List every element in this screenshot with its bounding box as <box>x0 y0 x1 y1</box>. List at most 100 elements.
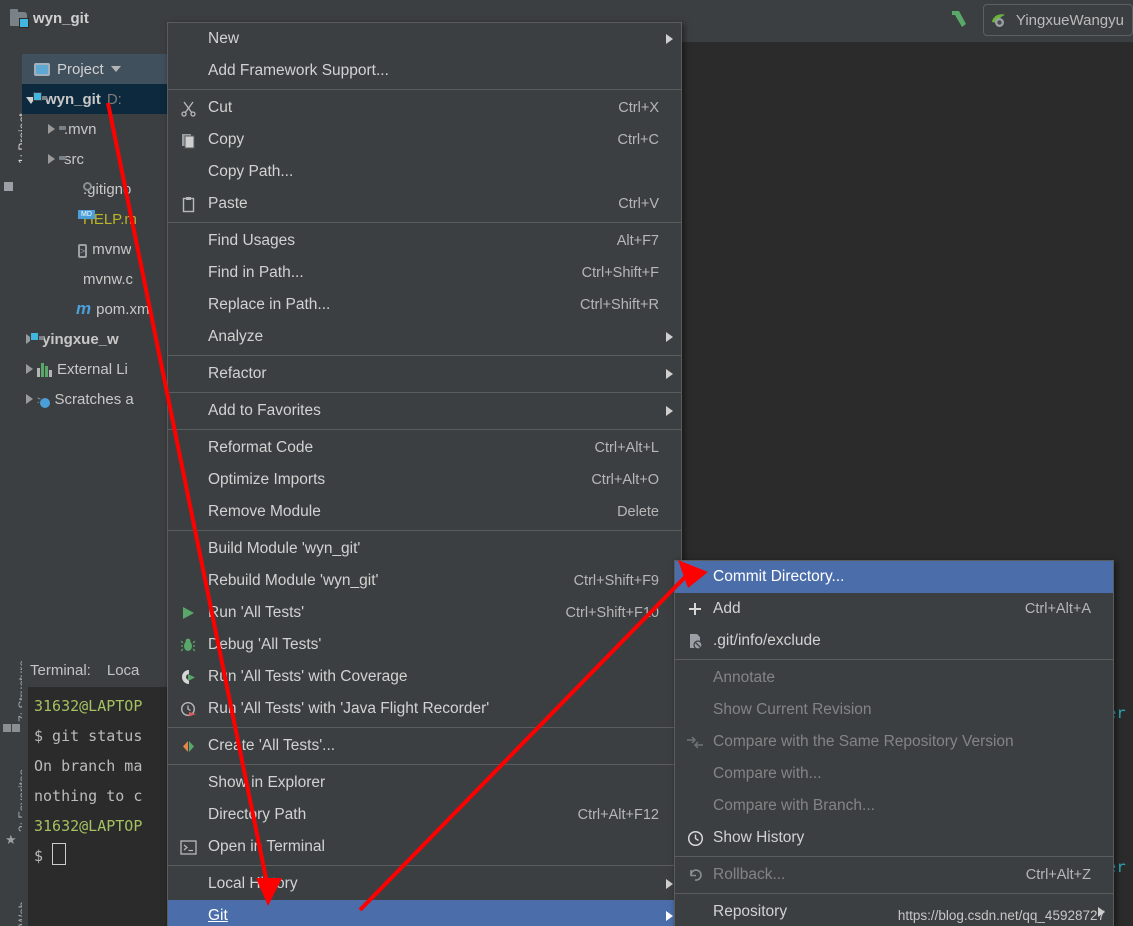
menu-item-label: Remove Module <box>208 503 321 520</box>
menu-item-run-with-flight-recorder[interactable]: Run 'All Tests' with 'Java Flight Record… <box>168 693 681 725</box>
menu-item-open-in-terminal[interactable]: Open in Terminal <box>168 831 681 863</box>
menu-item-label: Compare with Branch... <box>713 797 875 814</box>
run-configuration-selector[interactable]: YingxueWangyu <box>982 4 1133 36</box>
menu-item-rebuild-module[interactable]: Rebuild Module 'wyn_git' Ctrl+Shift+F9 <box>168 565 681 597</box>
submenu-item-rollback[interactable]: Rollback... Ctrl+Alt+Z <box>675 859 1113 891</box>
chevron-down-icon[interactable] <box>110 66 121 72</box>
terminal-tool-window: Terminal: Loca 31632@LAPTOP $ git status… <box>22 655 167 926</box>
tree-item-scratches[interactable]: >_ Scratches a <box>22 384 167 414</box>
menu-item-show-in-explorer[interactable]: Show in Explorer <box>168 767 681 799</box>
menu-item-paste[interactable]: Paste Ctrl+V <box>168 188 681 220</box>
menu-item-run-with-coverage[interactable]: Run 'All Tests' with Coverage <box>168 661 681 693</box>
menu-item-cut[interactable]: Cut Ctrl+X <box>168 92 681 124</box>
debug-bug-icon <box>178 635 198 655</box>
menu-item-label: Rollback... <box>713 866 786 883</box>
menu-item-optimize-imports[interactable]: Optimize Imports Ctrl+Alt+O <box>168 464 681 496</box>
tree-item-wyn-git[interactable]: wyn_git D: <box>22 84 167 114</box>
menu-item-create-all-tests[interactable]: Create 'All Tests'... <box>168 730 681 762</box>
menu-item-accel: Ctrl+Shift+F9 <box>573 573 659 589</box>
terminal-tab-local[interactable]: Loca <box>107 662 140 679</box>
menu-item-label: Copy Path... <box>208 163 294 180</box>
tree-item-mvn[interactable]: .mvn <box>22 114 167 144</box>
tree-item-mvnw[interactable]: > mvnw <box>22 234 167 264</box>
menu-item-local-history[interactable]: Local History <box>168 868 681 900</box>
tree-item-help-md[interactable]: MD HELP.m <box>22 204 167 234</box>
submenu-item-commit-directory[interactable]: Commit Directory... <box>675 561 1113 593</box>
twisty-closed-icon[interactable] <box>26 394 33 404</box>
menu-item-find-in-path[interactable]: Find in Path... Ctrl+Shift+F <box>168 257 681 289</box>
menu-item-find-usages[interactable]: Find Usages Alt+F7 <box>168 225 681 257</box>
terminal-line: On branch ma <box>34 757 143 775</box>
menu-item-label: Compare with... <box>713 765 822 782</box>
menu-item-label: Copy <box>208 131 245 148</box>
menu-item-accel: Ctrl+Shift+F10 <box>565 605 660 621</box>
submenu-item-compare-with-branch[interactable]: Compare with Branch... <box>675 790 1113 822</box>
menu-item-label: .git/info/exclude <box>713 632 821 649</box>
menu-item-accel: Alt+F7 <box>616 233 659 249</box>
structure-strip-icon <box>3 724 11 732</box>
twisty-closed-icon[interactable] <box>26 364 33 374</box>
maven-file-icon: m <box>76 299 92 318</box>
menu-item-build-module[interactable]: Build Module 'wyn_git' <box>168 533 681 565</box>
menu-item-run-all-tests[interactable]: Run 'All Tests' Ctrl+Shift+F10 <box>168 597 681 629</box>
submenu-item-show-current-revision[interactable]: Show Current Revision <box>675 694 1113 726</box>
star-icon: ★ <box>5 832 17 847</box>
menu-item-accel: Ctrl+Shift+R <box>580 297 659 313</box>
project-title: wyn_git <box>10 8 89 28</box>
menu-item-label: Show in Explorer <box>208 774 326 791</box>
tree-item-gitignore[interactable]: .gitigno <box>22 174 167 204</box>
twisty-closed-icon[interactable] <box>48 124 55 134</box>
menu-item-label: Directory Path <box>208 806 307 823</box>
menu-item-reformat-code[interactable]: Reformat Code Ctrl+Alt+L <box>168 432 681 464</box>
menu-item-accel: Ctrl+Alt+O <box>591 472 659 488</box>
tree-item-src[interactable]: src <box>22 144 167 174</box>
tree-item-yingxue[interactable]: yingxue_w <box>22 324 167 354</box>
menu-item-copy-path[interactable]: Copy Path... <box>168 156 681 188</box>
menu-item-new[interactable]: New <box>168 23 681 55</box>
submenu-item-compare-with[interactable]: Compare with... <box>675 758 1113 790</box>
submenu-item-add[interactable]: Add Ctrl+Alt+A <box>675 593 1113 625</box>
menu-item-label: Add <box>713 600 741 617</box>
menu-separator <box>675 856 1113 857</box>
menu-separator <box>168 727 681 728</box>
left-tool-strip: 1: Project 7: Structure 2: Favorites ★ W… <box>0 42 30 926</box>
submenu-item-compare-same-repository-version[interactable]: Compare with the Same Repository Version <box>675 726 1113 758</box>
menu-item-accel: Ctrl+X <box>618 100 659 116</box>
shell-file-icon: > <box>78 243 88 258</box>
tree-item-label: Scratches a <box>54 390 134 408</box>
menu-item-label: Replace in Path... <box>208 296 331 313</box>
chevron-right-icon <box>666 911 673 921</box>
terminal-output[interactable]: 31632@LAPTOP $ git status On branch ma n… <box>28 687 167 926</box>
clock-icon <box>685 828 705 848</box>
chevron-right-icon <box>666 406 673 416</box>
menu-item-accel: Ctrl+Alt+A <box>1024 601 1091 617</box>
menu-item-refactor[interactable]: Refactor <box>168 358 681 390</box>
menu-item-analyze[interactable]: Analyze <box>168 321 681 353</box>
project-tree: wyn_git D: .mvn src .gitigno MD HELP.m >… <box>22 84 167 414</box>
tree-item-mvnw-cmd[interactable]: mvnw.c <box>22 264 167 294</box>
twisty-closed-icon[interactable] <box>48 154 55 164</box>
project-panel-header[interactable]: Project <box>22 54 167 84</box>
git-submenu: Commit Directory... Add Ctrl+Alt+A .git/… <box>674 560 1114 926</box>
menu-separator <box>168 429 681 430</box>
tree-item-pom-xml[interactable]: m pom.xm <box>22 294 167 324</box>
menu-item-debug-all-tests[interactable]: Debug 'All Tests' <box>168 629 681 661</box>
menu-item-copy[interactable]: Copy Ctrl+C <box>168 124 681 156</box>
menu-item-label: Repository <box>713 903 788 920</box>
chevron-right-icon <box>666 879 673 889</box>
menu-item-git[interactable]: Git <box>168 900 681 926</box>
tree-item-external-libraries[interactable]: External Li <box>22 354 167 384</box>
build-hammer-icon[interactable] <box>947 7 973 33</box>
tree-item-label: mvnw.c <box>83 270 134 288</box>
menu-item-directory-path[interactable]: Directory Path Ctrl+Alt+F12 <box>168 799 681 831</box>
terminal-line: 31632@LAPTOP <box>34 817 143 835</box>
menu-item-add-to-favorites[interactable]: Add to Favorites <box>168 395 681 427</box>
submenu-item-git-info-exclude[interactable]: .git/info/exclude <box>675 625 1113 657</box>
submenu-item-show-history[interactable]: Show History <box>675 822 1113 854</box>
menu-item-label: Cut <box>208 99 233 116</box>
menu-item-add-framework-support[interactable]: Add Framework Support... <box>168 55 681 87</box>
menu-item-remove-module[interactable]: Remove Module Delete <box>168 496 681 528</box>
submenu-item-annotate[interactable]: Annotate <box>675 662 1113 694</box>
menu-item-replace-in-path[interactable]: Replace in Path... Ctrl+Shift+R <box>168 289 681 321</box>
menu-separator <box>168 89 681 90</box>
